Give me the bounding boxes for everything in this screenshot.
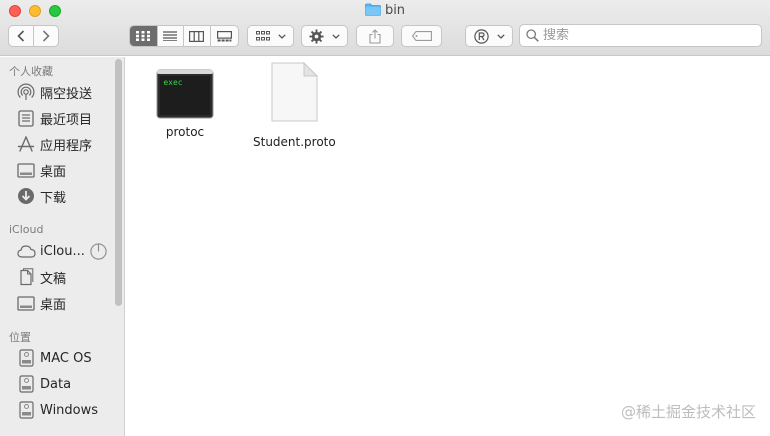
sidebar-item-airdrop[interactable]: 隔空投送	[16, 81, 116, 103]
gear-icon	[309, 28, 324, 44]
extension-button[interactable]	[465, 25, 513, 47]
grid-icon	[136, 31, 151, 41]
chevron-left-icon	[17, 30, 24, 42]
sidebar-item-applications[interactable]: 应用程序	[16, 133, 116, 155]
sidebar-item-icloud-desktop[interactable]: 桌面	[16, 292, 116, 314]
sidebar-item-label: 桌面	[40, 297, 67, 313]
view-mode-control	[129, 25, 239, 47]
downloads-icon	[16, 186, 36, 206]
sidebar-item-label: Data	[40, 376, 72, 392]
terminal-executable-icon: exec	[156, 69, 214, 119]
desktop-icon	[16, 293, 36, 313]
chevron-right-icon	[42, 30, 50, 42]
section-header-icloud: iCloud	[9, 223, 44, 236]
list-view-button[interactable]	[158, 26, 185, 46]
action-menu-button[interactable]	[301, 25, 348, 47]
document-icon	[16, 267, 36, 287]
file-name: protoc	[165, 125, 205, 139]
tags-button[interactable]	[401, 25, 442, 47]
document-file-icon	[270, 61, 319, 122]
sidebar-item-desktop[interactable]: 桌面	[16, 159, 116, 181]
chevron-down-icon	[496, 33, 505, 39]
file-item-student-proto[interactable]: Student.proto	[253, 61, 336, 149]
gallery-icon	[216, 30, 232, 41]
sidebar-item-downloads[interactable]: 下载	[16, 185, 116, 207]
disk-icon	[16, 374, 36, 394]
applications-icon	[16, 134, 36, 154]
sidebar-item-label: 隔空投送	[40, 86, 93, 102]
window-title-text: bin	[384, 3, 406, 18]
search-input[interactable]	[543, 28, 743, 43]
sidebar-item-label: Windows	[40, 402, 99, 418]
sidebar-item-label: 最近项目	[40, 112, 93, 128]
file-name: Student.proto	[253, 135, 336, 149]
desktop-icon	[16, 160, 36, 180]
finder-window: bin 搜索 个人收藏 隔空投送 最近项目 应用程序 桌面 下载 iCloud …	[0, 0, 770, 436]
group-icon	[255, 31, 270, 41]
sidebar: 个人收藏 隔空投送 最近项目 应用程序 桌面 下载 iCloud iClou..…	[0, 57, 125, 436]
sidebar-item-label: MAC OS	[40, 350, 92, 366]
toolbar: bin	[0, 0, 770, 56]
disk-icon	[16, 400, 36, 420]
back-button[interactable]	[9, 26, 34, 46]
disk-icon	[16, 348, 36, 368]
search-icon	[526, 29, 539, 42]
file-item-protoc[interactable]: exec protoc	[146, 69, 224, 139]
window-title: bin	[0, 3, 770, 21]
gallery-view-button[interactable]	[211, 26, 238, 46]
sidebar-item-label: iClou...	[40, 243, 85, 259]
search-field[interactable]	[519, 24, 762, 47]
recents-icon	[16, 108, 36, 128]
chevron-down-icon	[277, 33, 286, 39]
columns-icon	[189, 30, 205, 42]
list-icon	[163, 31, 178, 41]
tag-icon	[411, 31, 432, 41]
forward-button[interactable]	[34, 26, 58, 46]
group-by-button[interactable]	[247, 25, 294, 47]
column-view-button[interactable]	[184, 26, 211, 46]
airdrop-icon	[16, 82, 36, 102]
watermark-text: @稀土掘金技术社区	[620, 403, 756, 421]
icloud-progress-icon	[90, 243, 107, 264]
cloud-icon	[16, 241, 36, 261]
chevron-down-icon	[332, 33, 340, 39]
share-button[interactable]	[356, 25, 394, 47]
section-header-favorites: 个人收藏	[9, 65, 53, 78]
sidebar-scrollbar[interactable]	[115, 59, 122, 306]
sidebar-item-windows[interactable]: Windows	[16, 399, 116, 421]
sidebar-item-label: 下载	[40, 190, 67, 206]
sidebar-item-data[interactable]: Data	[16, 373, 116, 395]
sidebar-item-label: 应用程序	[40, 138, 93, 154]
sidebar-item-documents[interactable]: 文稿	[16, 266, 116, 288]
navigation-buttons	[8, 25, 59, 47]
section-header-locations: 位置	[9, 331, 31, 344]
file-browser: exec protoc Student.proto @稀土掘金技术社区	[126, 57, 770, 436]
folder-icon	[365, 3, 381, 21]
registered-icon	[473, 28, 489, 44]
sidebar-item-label: 文稿	[40, 271, 67, 287]
sidebar-item-label: 桌面	[40, 164, 67, 180]
sidebar-item-recents[interactable]: 最近项目	[16, 107, 116, 129]
exec-label: exec	[163, 78, 183, 87]
icon-view-button[interactable]	[130, 26, 158, 46]
sidebar-item-mac-os[interactable]: MAC OS	[16, 347, 116, 369]
share-icon	[369, 28, 381, 44]
